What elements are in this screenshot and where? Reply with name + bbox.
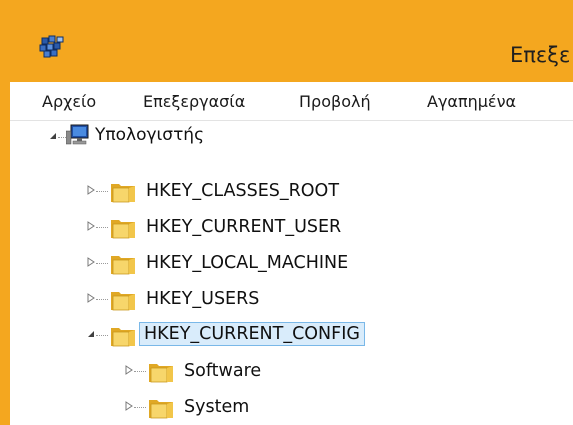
tree-label-hklm: HKEY_LOCAL_MACHINE bbox=[146, 253, 349, 273]
tree-label-software: Software bbox=[184, 361, 262, 381]
tree-node-hkcu[interactable]: HKEY_CURRENT_USER bbox=[10, 211, 510, 241]
expanded-arrow-icon[interactable] bbox=[86, 329, 96, 339]
tree-label-hkcc: HKEY_CURRENT_CONFIG bbox=[139, 322, 365, 346]
tree-connector bbox=[96, 299, 108, 300]
menu-view[interactable]: Προβολή bbox=[299, 92, 371, 111]
folder-icon bbox=[111, 220, 135, 239]
collapsed-arrow-icon[interactable] bbox=[86, 257, 96, 267]
folder-icon bbox=[149, 400, 173, 419]
folder-icon bbox=[111, 292, 135, 311]
computer-icon bbox=[66, 124, 89, 145]
folder-icon bbox=[111, 328, 135, 347]
folder-icon bbox=[111, 184, 135, 203]
menu-file[interactable]: Αρχείο bbox=[42, 92, 96, 111]
tree-label-system: System bbox=[184, 397, 250, 417]
collapsed-arrow-icon[interactable] bbox=[86, 185, 96, 195]
tree-connector bbox=[58, 137, 66, 138]
registry-editor-window: Επεξε Αρχείο Επεξεργασία Προβολή Αγαπημέ… bbox=[10, 10, 573, 425]
collapsed-arrow-icon[interactable] bbox=[124, 401, 134, 411]
tree-label-hkcr: HKEY_CLASSES_ROOT bbox=[146, 181, 340, 201]
menu-edit[interactable]: Επεξεργασία bbox=[143, 92, 245, 111]
tree-connector bbox=[96, 191, 108, 192]
tree-connector bbox=[96, 263, 108, 264]
tree-node-computer[interactable]: Υπολογιστής bbox=[10, 121, 410, 151]
collapsed-arrow-icon[interactable] bbox=[124, 365, 134, 375]
tree-connector bbox=[96, 335, 108, 336]
tree-node-hklm[interactable]: HKEY_LOCAL_MACHINE bbox=[10, 247, 510, 277]
window-title: Επεξε bbox=[510, 43, 571, 67]
collapsed-arrow-icon[interactable] bbox=[86, 221, 96, 231]
tree-node-system[interactable]: System bbox=[10, 391, 510, 421]
tree-node-hkcc[interactable]: HKEY_CURRENT_CONFIG bbox=[10, 319, 510, 349]
tree-label-hku: HKEY_USERS bbox=[146, 289, 260, 309]
menu-favorites[interactable]: Αγαπημένα bbox=[427, 92, 516, 111]
folder-icon bbox=[111, 256, 135, 275]
folder-icon bbox=[149, 364, 173, 383]
title-bar[interactable]: Επεξε bbox=[10, 10, 573, 82]
expanded-arrow-icon[interactable] bbox=[48, 131, 58, 141]
tree-node-hkcr[interactable]: HKEY_CLASSES_ROOT bbox=[10, 175, 510, 205]
registry-editor-icon bbox=[39, 35, 64, 58]
tree-node-software[interactable]: Software bbox=[10, 355, 510, 385]
registry-tree: Υπολογιστής HKEY_CLASSES_ROOT HKEY_CURRE… bbox=[10, 121, 573, 425]
tree-label-computer: Υπολογιστής bbox=[95, 125, 205, 145]
tree-connector bbox=[134, 407, 146, 408]
tree-connector bbox=[96, 227, 108, 228]
menu-bar: Αρχείο Επεξεργασία Προβολή Αγαπημένα bbox=[10, 82, 573, 121]
collapsed-arrow-icon[interactable] bbox=[86, 293, 96, 303]
tree-label-hkcu: HKEY_CURRENT_USER bbox=[146, 217, 342, 237]
tree-node-hku[interactable]: HKEY_USERS bbox=[10, 283, 510, 313]
tree-connector bbox=[134, 371, 146, 372]
